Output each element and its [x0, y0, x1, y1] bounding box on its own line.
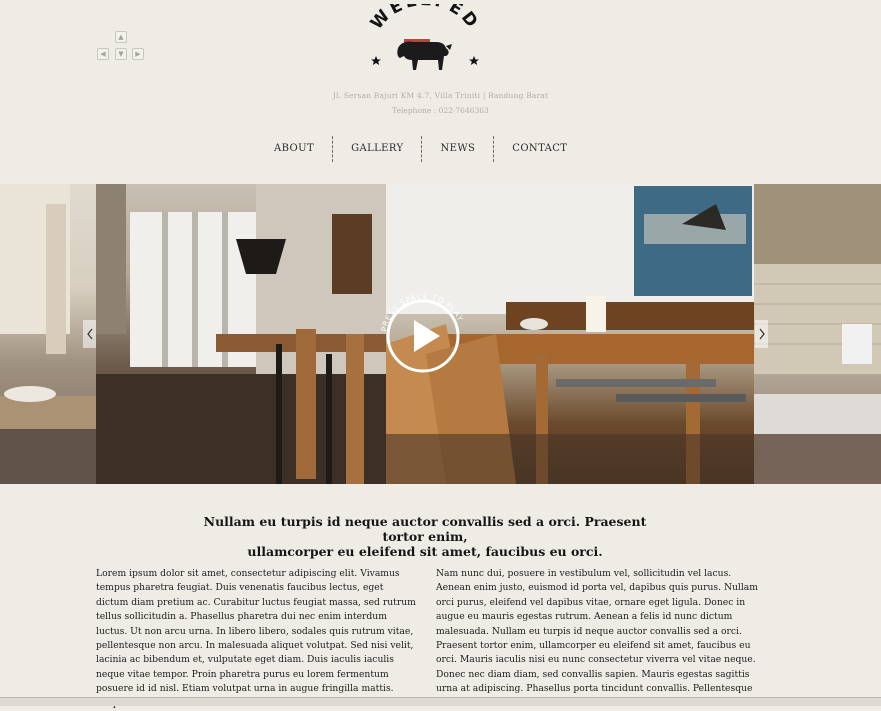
arrow-down-icon: ▼	[115, 48, 127, 60]
chevron-left-icon	[86, 328, 92, 340]
chevron-right-icon	[759, 328, 765, 340]
nav-about[interactable]: ABOUT	[256, 136, 332, 162]
address: Jl. Sersan Bajuri KM 4.7, Villa Triniti …	[332, 91, 549, 100]
cow-logo-icon	[397, 39, 452, 70]
intro-headline: Nullam eu turpis id neque auctor convall…	[190, 514, 660, 559]
nav-contact[interactable]: CONTACT	[494, 136, 585, 162]
nav-gallery[interactable]: GALLERY	[333, 136, 421, 162]
wellfed-logo[interactable]: WELLFED	[362, 0, 486, 84]
body-text-right: Nam nunc dui, posuere in vestibulum vel,…	[436, 568, 758, 695]
slider-fade-left	[0, 184, 96, 484]
slider-prev-button[interactable]	[83, 320, 96, 348]
headline-line-2: ullamcorper eu eleifend sit amet, faucib…	[247, 544, 603, 559]
keyboard-hint: ▲ ◀ ▼ ▶	[96, 31, 146, 63]
body-text-left: Lorem ipsum dolor sit amet, consectetur …	[96, 568, 416, 709]
slide-image-left	[96, 184, 386, 484]
main-nav: ABOUT GALLERY NEWS CONTACT	[256, 136, 585, 162]
logo-text: WELLFED	[367, 0, 480, 34]
arrow-up-icon: ▲	[115, 31, 127, 43]
svg-text:WELLFED: WELLFED	[367, 4, 483, 34]
slider-next-button[interactable]	[755, 320, 768, 348]
arrow-left-icon: ◀	[97, 48, 109, 60]
headline-line-1: Nullam eu turpis id neque auctor convall…	[203, 514, 647, 544]
slider-fade-right	[754, 184, 881, 484]
telephone: Telephone : 022-7646363	[392, 106, 489, 115]
arrow-right-icon: ▶	[132, 48, 144, 60]
play-video-button[interactable]: PRESS SPACE TO PLAY	[372, 283, 472, 383]
nav-news[interactable]: NEWS	[422, 136, 493, 162]
